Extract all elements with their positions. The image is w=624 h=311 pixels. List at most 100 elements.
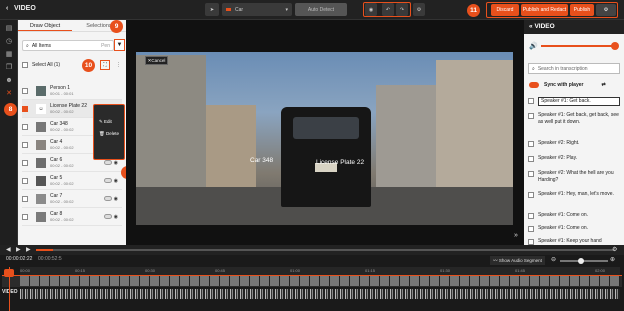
list-item[interactable]: Car 5 00:02 - 00:02 ◉ — [22, 172, 122, 190]
document-icon[interactable]: ▤ — [5, 25, 13, 33]
eye-icon[interactable]: ◉ — [114, 178, 118, 184]
cancel-button[interactable]: ✕ Cancel — [145, 56, 168, 65]
toggle-switch[interactable] — [529, 82, 539, 88]
list-item[interactable]: Car 7 00:02 - 00:02 ◉ — [22, 190, 122, 208]
item-checkbox-checked[interactable] — [22, 105, 28, 112]
line-checkbox[interactable] — [528, 141, 534, 147]
video-player[interactable]: ✕ Cancel Car 348 License Plate 22 » — [126, 20, 524, 245]
line-checkbox[interactable] — [528, 192, 534, 198]
search-icon: ⌕ — [26, 42, 29, 49]
transcript-line-active[interactable]: Speaker #1: Get back. — [528, 97, 620, 106]
select-all-checkbox[interactable] — [22, 62, 28, 68]
line-checkbox[interactable] — [528, 113, 534, 119]
transcript-line[interactable]: Speaker #1: Come on. — [528, 212, 620, 219]
transcript-line[interactable]: Speaker #1: Keep your hand — [528, 238, 620, 245]
total-time: 00:00:52:5 — [38, 256, 62, 262]
transcript-line[interactable]: Speaker #2: What the hell are you Hardin… — [528, 170, 620, 184]
transcript-line[interactable]: Speaker #1: Get back, get back, see as w… — [528, 112, 620, 126]
item-thumbnail — [36, 121, 46, 132]
redact-icon[interactable]: ✕ — [5, 90, 13, 98]
item-checkbox[interactable] — [22, 123, 28, 130]
truck — [281, 107, 371, 207]
settings-icon[interactable]: ⚙ — [612, 246, 617, 253]
item-thumbnail — [36, 85, 46, 96]
more-menu-icon[interactable]: ⋮ — [116, 62, 121, 68]
person-icon: ☺ — [36, 103, 46, 114]
item-checkbox[interactable] — [22, 213, 28, 220]
item-checkbox[interactable] — [22, 195, 28, 202]
transcript-line[interactable]: Speaker #2: Right. — [528, 140, 620, 147]
copy-icon[interactable]: ❐ — [5, 64, 13, 72]
playhead-knob[interactable] — [4, 269, 14, 277]
line-checkbox[interactable] — [528, 226, 534, 232]
progress-bar[interactable] — [36, 249, 614, 251]
item-checkbox[interactable] — [22, 87, 28, 94]
item-checkbox[interactable] — [22, 177, 28, 184]
sync-toggle[interactable]: Sync with player ⇄ — [529, 82, 606, 88]
line-checkbox[interactable] — [528, 156, 534, 162]
filter-icon[interactable]: ▼ — [114, 39, 125, 51]
publish-and-redact-button[interactable]: Publish and Redact — [521, 4, 568, 16]
list-item[interactable]: Car 8 00:02 - 00:02 ◉ — [22, 208, 122, 226]
rewind-icon[interactable]: ◀ — [6, 246, 11, 253]
zoom-out-icon[interactable]: ⊖ — [551, 256, 556, 263]
auto-detect-button[interactable]: Auto Detect — [295, 3, 347, 16]
car-color-swatch — [226, 8, 231, 11]
cursor-tool-icon[interactable]: ➤ — [205, 3, 219, 16]
time-ruler: 00:00 00:15 00:30 00:45 01:00 01:15 01:3… — [20, 267, 620, 275]
audio-waveform[interactable] — [20, 289, 620, 299]
visibility-toggle[interactable] — [104, 196, 112, 201]
people-icon[interactable]: ☻ — [5, 77, 13, 85]
show-audio-segment-button[interactable]: 〰 Show Audio Segment — [490, 256, 545, 265]
undo-icon[interactable]: ↶ — [382, 3, 394, 16]
auto-track-icon[interactable]: ⛶ — [100, 60, 110, 70]
items-search-input[interactable]: ⌕ All Items Pen — [22, 40, 114, 51]
delete-menu-item[interactable]: 🗑 Delete — [99, 131, 119, 137]
bbox-label: Car 348 — [250, 157, 274, 164]
expand-icon[interactable]: « — [529, 23, 533, 30]
forward-icon[interactable]: ▶ — [26, 246, 31, 253]
item-checkbox[interactable] — [22, 141, 28, 148]
line-checkbox[interactable] — [528, 98, 534, 104]
line-checkbox[interactable] — [528, 213, 534, 219]
list-item[interactable]: Person 1 00:01 - 00:01 — [22, 82, 122, 100]
tick-label: 01:15 — [365, 268, 376, 273]
visibility-toggle[interactable] — [104, 214, 112, 219]
transcript-line[interactable]: Speaker #1: Come on. — [528, 225, 620, 232]
volume-slider[interactable]: 🔊 — [529, 42, 619, 50]
item-checkbox[interactable] — [22, 159, 28, 166]
visibility-toggle[interactable] — [104, 160, 112, 165]
app-title: VIDEO — [14, 5, 36, 12]
grid-icon[interactable]: ▦ — [5, 51, 13, 59]
line-checkbox[interactable] — [528, 171, 534, 177]
label-select[interactable]: Car ▾ — [222, 3, 292, 16]
edit-menu-item[interactable]: ✎ Edit — [99, 119, 112, 125]
publish-settings-icon[interactable]: ⚙ — [596, 4, 616, 16]
tick-label: 00:00 — [20, 268, 31, 273]
back-arrow-icon[interactable]: ‹ — [6, 5, 8, 12]
zoom-knob[interactable] — [578, 257, 584, 264]
transcription-search-input[interactable]: ⌕ Search in transcription — [528, 63, 620, 74]
eye-icon[interactable]: ◉ — [114, 160, 118, 166]
translate-icon[interactable]: ⇄ — [601, 82, 605, 88]
eye-icon[interactable]: ◉ — [114, 196, 118, 202]
redo-icon[interactable]: ↷ — [396, 3, 408, 16]
zoom-in-icon[interactable]: ⊕ — [610, 256, 615, 263]
item-context-menu: ✎ Edit 🗑 Delete — [93, 104, 125, 160]
eye-icon[interactable]: ◉ — [114, 214, 118, 220]
settings-icon[interactable]: ⚙ — [413, 3, 425, 16]
zoom-slider[interactable] — [560, 257, 608, 264]
publish-button[interactable]: Publish — [570, 4, 594, 16]
volume-knob[interactable] — [611, 42, 619, 50]
frame-strip[interactable] — [20, 276, 620, 286]
collapse-icon[interactable]: » — [514, 232, 518, 239]
select-all-row[interactable]: Select All (1) ⛶ ⋮ — [22, 60, 122, 70]
visibility-toggle[interactable] — [104, 178, 112, 183]
tab-draw-object[interactable]: Draw Object — [18, 20, 72, 31]
discard-button[interactable]: Discard — [491, 4, 519, 16]
tick-label: 01:00 — [290, 268, 301, 273]
play-icon[interactable]: ▶ — [16, 246, 21, 253]
transcript-line[interactable]: Speaker #1: Hey, man, let's move. — [528, 191, 620, 198]
transcript-line[interactable]: Speaker #2: Play. — [528, 155, 620, 162]
clock-icon[interactable]: ◷ — [5, 38, 13, 46]
